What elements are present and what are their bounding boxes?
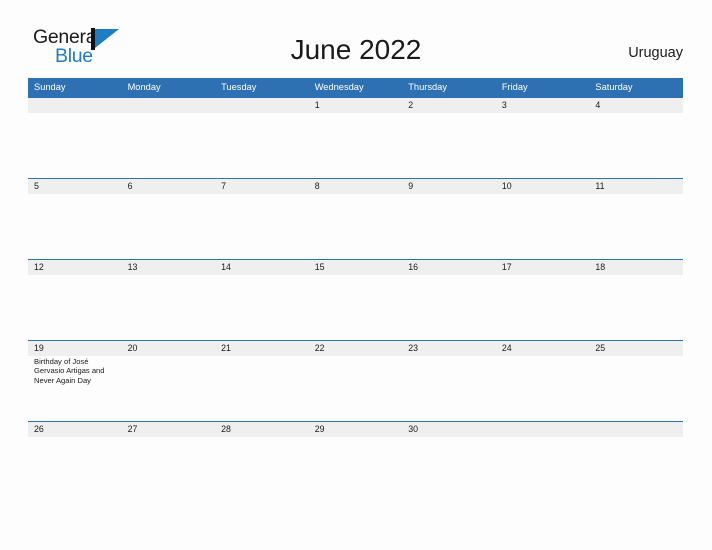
weekday-header-friday: Friday — [501, 82, 528, 92]
day-cell[interactable] — [309, 275, 403, 340]
date-number[interactable] — [589, 422, 683, 437]
weekday-header-sunday: Sunday — [34, 82, 66, 92]
day-cell[interactable] — [589, 194, 683, 259]
weekday-header-saturday: Saturday — [595, 82, 633, 92]
date-number[interactable] — [28, 98, 122, 113]
date-number[interactable]: 21 — [215, 341, 309, 356]
weekday-header-tuesday: Tuesday — [221, 82, 257, 92]
day-cell[interactable] — [309, 113, 403, 178]
date-number[interactable]: 6 — [122, 179, 216, 194]
date-number[interactable]: 24 — [496, 341, 590, 356]
calendar-week-row: 12 13 14 15 16 17 18 — [28, 259, 683, 340]
date-number[interactable]: 22 — [309, 341, 403, 356]
week-date-band: 19 20 21 22 23 24 25 — [28, 340, 683, 356]
date-number[interactable]: 23 — [402, 341, 496, 356]
date-number[interactable]: 8 — [309, 179, 403, 194]
date-number[interactable]: 10 — [496, 179, 590, 194]
date-number[interactable]: 4 — [589, 98, 683, 113]
date-number[interactable]: 18 — [589, 260, 683, 275]
day-cell[interactable] — [589, 113, 683, 178]
week-date-band: 26 27 28 29 30 — [28, 421, 683, 437]
day-cell[interactable] — [122, 275, 216, 340]
day-cell[interactable] — [122, 194, 216, 259]
date-number[interactable]: 15 — [309, 260, 403, 275]
day-cell[interactable] — [402, 113, 496, 178]
date-number[interactable]: 27 — [122, 422, 216, 437]
date-number[interactable]: 12 — [28, 260, 122, 275]
date-number[interactable]: 13 — [122, 260, 216, 275]
day-cell[interactable] — [589, 356, 683, 421]
weekday-header-wednesday: Wednesday — [314, 82, 364, 92]
page-header: General Blue June 2022 Uruguay — [0, 0, 712, 78]
date-number[interactable]: 3 — [496, 98, 590, 113]
weekday-header-thursday: Thursday — [408, 82, 448, 92]
day-cell[interactable] — [215, 356, 309, 421]
date-number[interactable]: 19 — [28, 341, 122, 356]
day-cell[interactable] — [402, 437, 496, 499]
day-cell[interactable] — [589, 275, 683, 340]
day-cell[interactable] — [28, 194, 122, 259]
date-number[interactable]: 11 — [589, 179, 683, 194]
date-number[interactable]: 17 — [496, 260, 590, 275]
day-cell[interactable] — [402, 194, 496, 259]
calendar-week-row: 1 2 3 4 — [28, 97, 683, 178]
calendar-week-row: 5 6 7 8 9 10 11 — [28, 178, 683, 259]
day-cell[interactable] — [28, 113, 122, 178]
date-number[interactable]: 9 — [402, 179, 496, 194]
day-cell[interactable] — [589, 437, 683, 499]
day-cell[interactable] — [215, 194, 309, 259]
day-cell[interactable] — [122, 113, 216, 178]
day-cell[interactable] — [496, 356, 590, 421]
calendar-page: General Blue June 2022 Uruguay Sunday Mo… — [0, 0, 712, 550]
country-label: Uruguay — [628, 45, 683, 61]
date-number[interactable] — [215, 98, 309, 113]
date-number[interactable]: 26 — [28, 422, 122, 437]
page-title: June 2022 — [290, 34, 422, 65]
day-cell[interactable] — [402, 356, 496, 421]
calendar-week-row: 26 27 28 29 30 — [28, 421, 683, 499]
day-cell[interactable] — [496, 275, 590, 340]
week-event-band — [28, 194, 683, 259]
date-number[interactable]: 20 — [122, 341, 216, 356]
day-cell[interactable] — [122, 356, 216, 421]
date-number[interactable]: 2 — [402, 98, 496, 113]
date-number[interactable]: 14 — [215, 260, 309, 275]
day-cell[interactable] — [496, 437, 590, 499]
date-number[interactable]: 25 — [589, 341, 683, 356]
date-number[interactable]: 16 — [402, 260, 496, 275]
date-number[interactable]: 5 — [28, 179, 122, 194]
date-number[interactable]: 30 — [402, 422, 496, 437]
day-cell[interactable] — [215, 437, 309, 499]
weekday-header-monday: Monday — [127, 82, 161, 92]
week-date-band: 1 2 3 4 — [28, 97, 683, 113]
day-cell[interactable] — [215, 113, 309, 178]
day-cell[interactable] — [309, 356, 403, 421]
date-number[interactable]: 29 — [309, 422, 403, 437]
calendar-week-row: 19 20 21 22 23 24 25 Birthday of José Ge… — [28, 340, 683, 421]
week-date-band: 5 6 7 8 9 10 11 — [28, 178, 683, 194]
day-cell[interactable] — [496, 113, 590, 178]
day-cell-holiday[interactable]: Birthday of José Gervasio Artigas and Ne… — [28, 356, 122, 421]
day-cell[interactable] — [28, 437, 122, 499]
holiday-event-text: Birthday of José Gervasio Artigas and Ne… — [34, 357, 105, 385]
date-number[interactable] — [496, 422, 590, 437]
week-event-band — [28, 437, 683, 499]
week-event-band: Birthday of José Gervasio Artigas and Ne… — [28, 356, 683, 421]
day-cell[interactable] — [122, 437, 216, 499]
day-cell[interactable] — [28, 275, 122, 340]
date-number[interactable]: 1 — [309, 98, 403, 113]
week-event-band — [28, 275, 683, 340]
date-number[interactable] — [122, 98, 216, 113]
calendar-table: Sunday Monday Tuesday Wednesday Thursday… — [28, 78, 683, 499]
day-cell[interactable] — [496, 194, 590, 259]
date-number[interactable]: 28 — [215, 422, 309, 437]
week-event-band — [28, 113, 683, 178]
week-date-band: 12 13 14 15 16 17 18 — [28, 259, 683, 275]
date-number[interactable]: 7 — [215, 179, 309, 194]
day-cell[interactable] — [402, 275, 496, 340]
day-cell[interactable] — [309, 194, 403, 259]
day-cell[interactable] — [309, 437, 403, 499]
day-cell[interactable] — [215, 275, 309, 340]
weekday-header-row: Sunday Monday Tuesday Wednesday Thursday… — [28, 78, 683, 97]
